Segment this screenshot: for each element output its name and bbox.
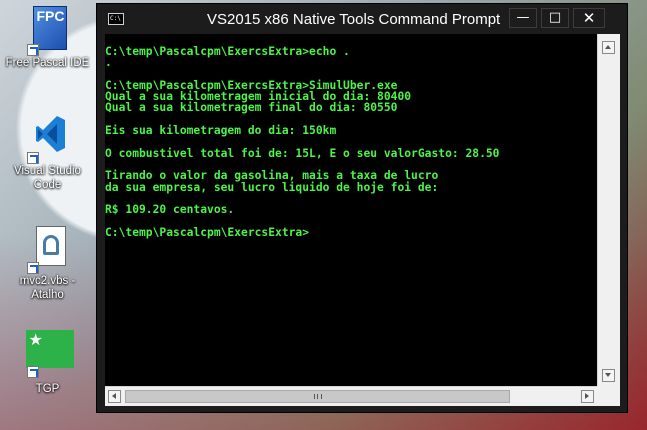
maximize-button[interactable]: □ [541,8,569,28]
command-prompt-window: C:\ VS2015 x86 Native Tools Command Prom… [96,3,628,413]
desktop-shortcut-label: TGP [35,383,60,395]
vscode-logo-icon [35,116,65,152]
close-button[interactable]: ✕ [573,8,605,28]
scroll-left-icon[interactable] [108,390,121,403]
shortcut-arrow-icon [26,262,39,274]
desktop-shortcut-label: Visual Studio Code [14,165,81,191]
shortcut-arrow-icon [26,366,39,378]
visual-studio-code-icon [23,112,73,164]
desktop-shortcut-label: mvc2.vbs - Atalho [19,275,76,301]
console-line: O combustivel total foi de: 15L, E o seu… [105,146,500,160]
shortcut-arrow-icon [26,44,39,56]
scrollbar-corner [597,386,620,406]
window-title: VS2015 x86 Native Tools Command Prompt [207,11,501,28]
console-text: C:\temp\Pascalcpm\ExercsExtra>echo . . C… [105,34,597,238]
green-star-icon [25,330,74,368]
console-app-icon[interactable]: C:\ [108,13,124,25]
horizontal-scroll-thumb[interactable] [125,390,510,403]
console-line: C:\temp\Pascalcpm\ExercsExtra>echo . [105,45,350,58]
desktop-shortcut-visual-studio-code[interactable]: Visual Studio Code [0,112,95,192]
console-line: C:\temp\Pascalcpm\ExercsExtra> [105,225,310,239]
scroll-grip-icon [314,394,322,399]
scroll-right-icon[interactable] [581,390,594,403]
desktop-icons: FPC Free Pascal IDE Visual Studio Code m… [0,0,95,430]
minimize-button[interactable]: — [509,8,537,28]
free-pascal-ide-icon: FPC [23,4,73,56]
vertical-scroll-track[interactable] [602,57,615,379]
desktop-shortcut-tgp[interactable]: TGP [0,330,95,396]
shortcut-arrow-icon [26,152,39,164]
tgp-icon [23,330,74,382]
console-output[interactable]: C:\temp\Pascalcpm\ExercsExtra>echo . . C… [105,34,597,386]
console-line: da sua empresa, seu lucro liquido de hoj… [105,180,439,194]
console-line: . [105,56,112,70]
vbs-script-icon [23,222,73,274]
console-line: Eis sua kilometragem do dia: 150km [105,124,337,138]
vertical-scrollbar[interactable] [597,34,620,386]
scroll-up-icon[interactable] [602,41,615,54]
console-line: R$ 109.20 centavos. [105,203,235,217]
horizontal-scrollbar[interactable] [105,386,597,406]
window-titlebar[interactable]: C:\ VS2015 x86 Native Tools Command Prom… [97,4,627,34]
desktop-shortcut-label: Free Pascal IDE [5,57,90,69]
scroll-down-icon[interactable] [602,369,615,382]
desktop-shortcut-mvc2-vbs[interactable]: mvc2.vbs - Atalho [0,222,95,302]
script-file-icon [35,226,66,266]
console-line: Qual a sua kilometragem final do dia: 80… [105,101,398,115]
desktop-shortcut-free-pascal-ide[interactable]: FPC Free Pascal IDE [0,4,95,70]
